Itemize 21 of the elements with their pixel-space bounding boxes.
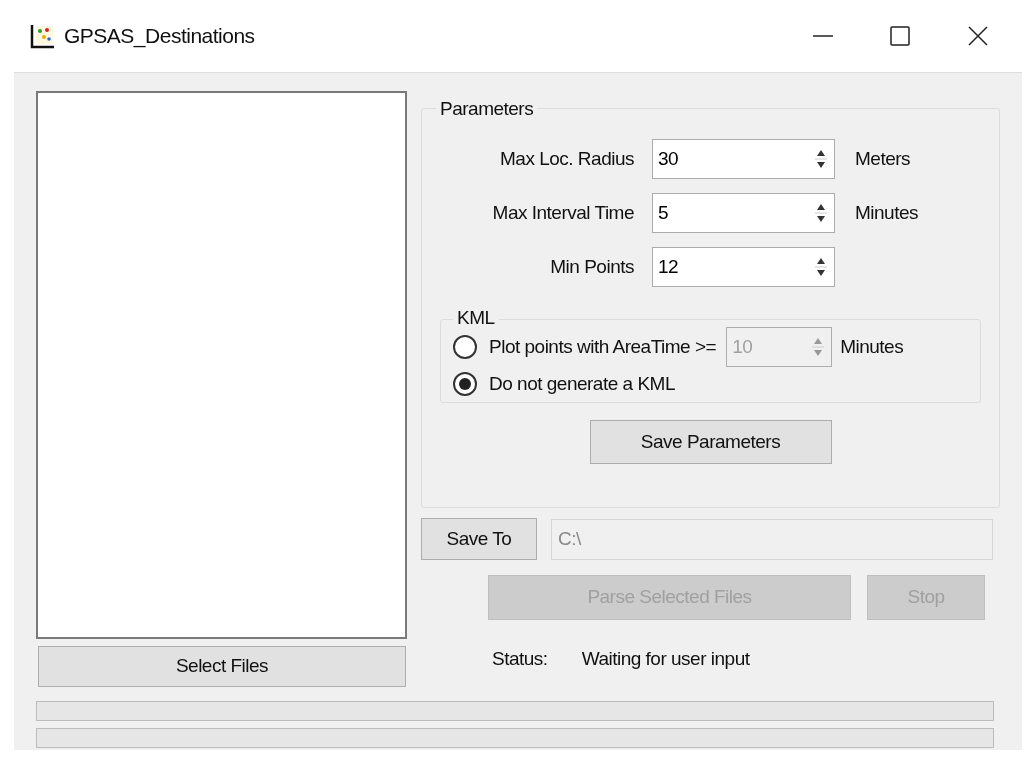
select-files-button[interactable]: Select Files: [38, 646, 406, 687]
close-icon[interactable]: [967, 25, 989, 47]
field-label: Max Loc. Radius: [499, 146, 635, 171]
number-spinner[interactable]: 30: [652, 139, 835, 179]
app-icon: [30, 23, 56, 49]
number-spinner[interactable]: 5: [652, 193, 835, 233]
unit-label: Meters: [855, 146, 911, 171]
radio-label: Plot points with AreaTime >=: [489, 334, 717, 359]
number-spinner[interactable]: 12: [652, 247, 835, 287]
radio-label: Do not generate a KML: [489, 371, 675, 396]
unit-label: Minutes: [840, 334, 904, 359]
window-title: GPSAS_Destinations: [64, 23, 255, 50]
field-label: Max Interval Time: [491, 200, 635, 225]
status-text: Waiting for user input: [581, 647, 750, 671]
field-label: Min Points: [549, 254, 635, 279]
unit-label: Minutes: [855, 200, 919, 225]
save-parameters-button[interactable]: Save Parameters: [589, 420, 832, 464]
radio-button[interactable]: [453, 372, 477, 396]
status-label: Status:: [492, 647, 548, 671]
maximize-icon[interactable]: [889, 25, 911, 47]
save-to-button[interactable]: Save To: [421, 518, 537, 560]
